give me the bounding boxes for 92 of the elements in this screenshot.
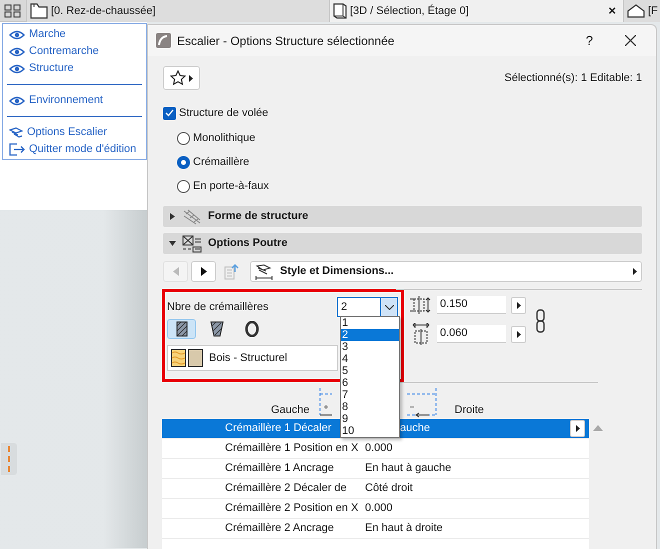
menu-item[interactable]: Options Escalier xyxy=(3,124,146,141)
section-header[interactable]: Options Poutre xyxy=(163,233,642,254)
radio-button[interactable] xyxy=(177,156,190,168)
eye-icon xyxy=(9,64,25,74)
parameter-name: Crémaillère 2 Ancrage xyxy=(225,521,334,536)
expanded-arrow-icon xyxy=(169,240,176,247)
color-swatch-icon xyxy=(188,349,203,367)
parameter-value: 0.000 xyxy=(365,501,393,516)
parameter-value: auche xyxy=(400,421,430,436)
panel-handle[interactable] xyxy=(1,443,17,475)
radio-label: Crémaillère xyxy=(193,154,250,170)
dropdown-option[interactable]: 8 xyxy=(341,401,399,413)
menu-item[interactable]: Contremarche xyxy=(3,43,146,60)
selection-info: Sélectionné(s): 1 Editable: 1 xyxy=(504,70,642,86)
dropdown-option[interactable]: 4 xyxy=(341,353,399,365)
section-icon xyxy=(182,208,202,226)
parameter-value: Côté droit xyxy=(365,481,413,496)
menu-item[interactable]: Marche xyxy=(3,26,146,43)
eye-icon xyxy=(9,96,25,106)
menu-item[interactable]: Structure xyxy=(3,60,146,77)
eye-icon xyxy=(9,46,25,56)
view-tab[interactable]: [0. Rez-de-chaussée] xyxy=(26,0,329,22)
parameter-name: Crémaillère 2 Décaler de xyxy=(225,481,347,496)
parameter-name: Crémaillère 1 Décaler xyxy=(225,421,332,436)
window-title: Escalier - Options Structure sélectionnée xyxy=(177,32,394,50)
dimension-input[interactable]: 0.150 xyxy=(437,296,506,314)
help-button[interactable]: ? xyxy=(586,30,593,50)
caret-icon xyxy=(576,425,580,432)
dropdown-option[interactable]: 5 xyxy=(341,365,399,377)
favorites-button[interactable] xyxy=(163,66,200,90)
material-field[interactable]: Bois - Structurel xyxy=(167,345,338,371)
floor-plan-icon xyxy=(30,3,48,19)
offset-guide-drawing xyxy=(406,388,436,418)
trapezoid-profile-icon xyxy=(210,321,224,337)
dropdown-option[interactable]: 1 xyxy=(341,317,399,329)
section-icon xyxy=(182,234,202,252)
left-label: Gauche xyxy=(271,402,310,418)
parameter-name: Crémaillère 2 Position en X xyxy=(225,501,358,516)
checkbox-label: Structure de volée xyxy=(179,106,268,121)
radio-label: Monolithique xyxy=(193,130,256,146)
menu-item[interactable]: Quitter mode d'édition xyxy=(3,141,146,158)
menu-item[interactable]: Environnement xyxy=(3,92,146,109)
profile-shape-toggle[interactable] xyxy=(167,319,196,339)
parameter-value: En haut à gauche xyxy=(365,461,452,476)
arrow-button[interactable] xyxy=(570,420,585,437)
exit-icon xyxy=(9,143,25,156)
radio-button[interactable] xyxy=(177,132,190,144)
parameter-name: Crémaillère 1 Position en X xyxy=(225,441,358,456)
rectangle-profile-icon xyxy=(176,321,188,337)
checkbox[interactable] xyxy=(163,106,176,120)
view-tab[interactable]: [F xyxy=(623,0,660,22)
parameter-value: 0.000 xyxy=(365,441,393,456)
stair-icon xyxy=(9,126,23,138)
offset-guide-drawing xyxy=(319,388,332,416)
stringer-count-select[interactable]: 2 xyxy=(337,297,398,317)
dropdown-option[interactable]: 7 xyxy=(341,389,399,401)
stair-dimension-icon xyxy=(254,264,274,280)
ring-profile-icon xyxy=(244,321,258,337)
section-header[interactable]: Forme de structure xyxy=(163,206,642,227)
radio-button[interactable] xyxy=(177,180,190,192)
dropdown-option[interactable]: 9 xyxy=(341,413,399,425)
box-icon xyxy=(333,3,347,19)
caret-icon xyxy=(189,74,193,82)
field-label: Nbre de crémaillères xyxy=(167,300,270,315)
house-icon xyxy=(627,4,645,18)
dropdown-option[interactable]: 2 xyxy=(341,329,399,341)
eye-icon xyxy=(9,30,25,40)
caret-icon xyxy=(516,302,520,308)
view-tab[interactable]: [3D / Sélection, Étage 0] × xyxy=(329,0,623,22)
parameter-name: Crémaillère 1 Ancrage xyxy=(225,461,334,476)
next-button[interactable] xyxy=(191,261,216,282)
caret-icon xyxy=(516,330,520,338)
arrow-button[interactable] xyxy=(511,296,526,314)
dropdown-option[interactable]: 6 xyxy=(341,377,399,389)
chain-link-icon[interactable] xyxy=(536,309,545,333)
left-arrow-icon xyxy=(172,267,178,276)
parameter-value: En haut à droite xyxy=(365,521,443,536)
right-label: Droite xyxy=(454,402,484,418)
wood-swatch-icon xyxy=(171,349,186,367)
caret-icon xyxy=(633,268,637,275)
dimension-input[interactable]: 0.060 xyxy=(437,325,506,343)
close-tab-button[interactable]: × xyxy=(608,1,616,21)
page-selector[interactable]: Style et Dimensions... xyxy=(250,261,642,282)
star-icon xyxy=(170,70,186,86)
dropdown-option[interactable]: 10 xyxy=(341,425,399,437)
collapsed-arrow-icon xyxy=(169,213,176,220)
right-arrow-icon xyxy=(200,267,206,276)
dropdown-option[interactable]: 3 xyxy=(341,341,399,353)
close-icon[interactable] xyxy=(625,35,636,46)
radio-label: En porte-à-faux xyxy=(193,178,269,194)
stair-app-icon xyxy=(156,33,171,48)
arrow-button[interactable] xyxy=(511,326,526,342)
